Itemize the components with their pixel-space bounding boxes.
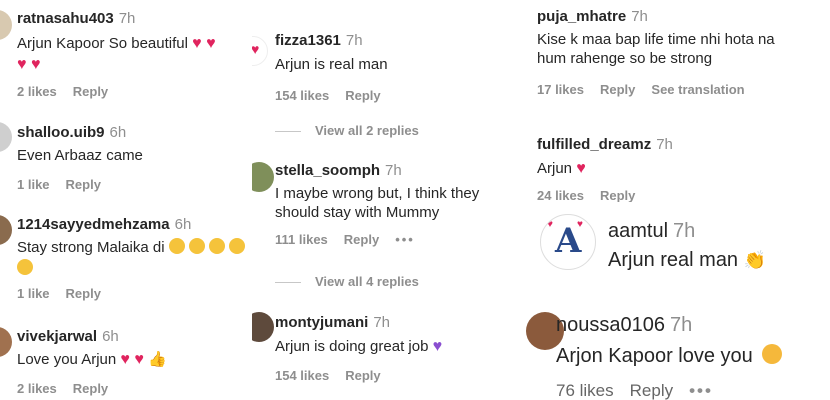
view-replies-button[interactable]: View all 2 replies [275, 123, 419, 138]
comment-body: Arjun real man [608, 249, 739, 271]
username[interactable]: puja_mhatre [537, 8, 626, 25]
comment-body: Stay strong Malaika di [17, 239, 165, 256]
more-options-icon[interactable]: ••• [689, 381, 713, 400]
comments-column-2: ♥ fizza13617h Arjun is real man 154 like… [252, 0, 522, 400]
avatar[interactable]: ♥ [252, 36, 268, 66]
flushed-face-emoji-icon [168, 238, 185, 254]
likes-count[interactable]: 111 likes [275, 232, 328, 247]
reply-button[interactable]: Reply [600, 82, 635, 97]
reply-button[interactable]: Reply [66, 286, 101, 301]
timestamp: 7h [345, 32, 363, 49]
reply-button[interactable]: Reply [73, 381, 108, 396]
smiling-face-emoji-icon [762, 344, 783, 364]
comment-body: Arjon Kapoor love you [556, 345, 753, 367]
likes-count[interactable]: 76 likes [556, 381, 614, 400]
reply-button[interactable]: Reply [345, 88, 380, 103]
timestamp: 7h [669, 314, 693, 336]
username[interactable]: fizza1361 [275, 32, 341, 49]
divider [275, 131, 301, 133]
comment-text: I maybe wrong but, I think they should s… [275, 185, 480, 221]
heart-emoji-icon: ♥ [576, 160, 586, 177]
comment-body: Arjun Kapoor So beautiful [17, 35, 188, 52]
flushed-face-emoji-icon [208, 238, 225, 254]
timestamp: 6h [102, 328, 119, 345]
see-translation-button[interactable]: See translation [651, 82, 744, 97]
purple-heart-emoji-icon: ♥ [432, 338, 443, 355]
comments-column-1: ratnasahu403 7h Arjun Kapoor So beautiful… [0, 0, 252, 400]
username[interactable]: ratnasahu403 [17, 10, 114, 27]
view-replies-label: View all 4 replies [315, 274, 419, 289]
comment-text: Even Arbaaz came [17, 147, 143, 164]
comment-text: Love you Arjun ♥ ♥ 👍 [17, 350, 252, 369]
username[interactable]: vivekjarwal [17, 328, 97, 345]
reply-button[interactable]: Reply [344, 232, 379, 247]
avatar[interactable] [0, 215, 12, 245]
divider [275, 282, 301, 284]
avatar[interactable] [252, 312, 274, 342]
reply-button[interactable]: Reply [66, 177, 101, 192]
username[interactable]: stella_soomph [275, 162, 380, 179]
avatar[interactable] [0, 122, 12, 152]
timestamp: 7h [631, 8, 648, 25]
likes-count[interactable]: 154 likes [275, 368, 329, 383]
likes-count[interactable]: 154 likes [275, 88, 329, 103]
username[interactable]: shalloo.uib9 [17, 124, 105, 141]
avatar[interactable] [252, 162, 274, 192]
username[interactable]: fulfilled_dreamz [537, 136, 651, 153]
comment-body: Arjun [537, 160, 573, 177]
reply-button[interactable]: Reply [630, 381, 673, 400]
username[interactable]: noussa0106 [556, 314, 665, 336]
likes-count[interactable]: 24 likes [537, 188, 584, 202]
comment: noussa0106 7h Arjon Kapoor love you 76 li… [522, 306, 830, 400]
username[interactable]: 1214sayyedmehzama [17, 216, 170, 233]
timestamp: 7h [373, 314, 391, 331]
timestamp: 6h [109, 124, 127, 141]
timestamp: 6h [174, 216, 192, 233]
more-options-icon[interactable]: ••• [395, 232, 415, 247]
username[interactable]: montyjumani [275, 314, 368, 331]
comment-text: Arjun is doing great job ♥ [275, 337, 520, 356]
comments-column-3: puja_mhatre 7h Kise k maa bap life time n… [522, 0, 830, 400]
likes-count[interactable]: 2 likes [17, 381, 57, 396]
clapping-hands-emoji-icon: 👏 [743, 250, 767, 270]
comment-text: Arjun is real man [275, 56, 388, 73]
comment-body: Love you Arjun [17, 351, 117, 368]
heart-emoji-icon: ♥ ♥ [120, 351, 144, 368]
view-replies-label: View all 2 replies [315, 123, 419, 138]
timestamp: 7h [118, 10, 136, 27]
avatar[interactable] [0, 10, 12, 40]
heart-emoji-icon: ♥ ♥ [17, 56, 41, 73]
likes-count[interactable]: 17 likes [537, 82, 584, 97]
likes-count[interactable]: 1 like [17, 286, 50, 301]
avatar[interactable] [0, 327, 12, 357]
avatar[interactable]: A ♥ ♥ [540, 214, 596, 270]
timestamp: 7h [656, 136, 673, 153]
flushed-face-emoji-icon [17, 259, 33, 275]
timestamp: 7h [385, 162, 402, 179]
reply-button[interactable]: Reply [73, 84, 108, 99]
comment-body: Arjun is doing great job [275, 338, 429, 355]
comment-text: Stay strong Malaika di [17, 238, 252, 257]
flushed-face-emoji-icon [228, 238, 245, 254]
comment: fulfilled_dreamz 7h Arjun ♥ 24 likes Reply [522, 134, 830, 202]
comment-text: Arjun real man 👏 [608, 247, 828, 273]
flushed-face-emoji-icon [188, 238, 205, 254]
comment-text: Kise k maa bap life time nhi hota na hum… [537, 31, 775, 67]
view-replies-button[interactable]: View all 4 replies [275, 274, 419, 289]
likes-count[interactable]: 1 like [17, 177, 50, 192]
timestamp: 7h [673, 220, 696, 242]
reply-button[interactable]: Reply [345, 368, 380, 383]
comment-text: Arjun ♥ [537, 159, 827, 178]
username[interactable]: aamtul [608, 220, 668, 242]
reply-button[interactable]: Reply [600, 188, 635, 202]
heart-emoji-icon: ♥ ♥ [192, 35, 216, 52]
comment-text: Arjon Kapoor love you [556, 343, 828, 369]
thumbs-up-emoji-icon: 👍 [148, 351, 167, 368]
likes-count[interactable]: 2 likes [17, 84, 57, 99]
comment: A ♥ ♥ aamtul 7h Arjun real man 👏 [522, 206, 830, 300]
comment-text: Arjun Kapoor So beautiful ♥ ♥ [17, 34, 252, 53]
